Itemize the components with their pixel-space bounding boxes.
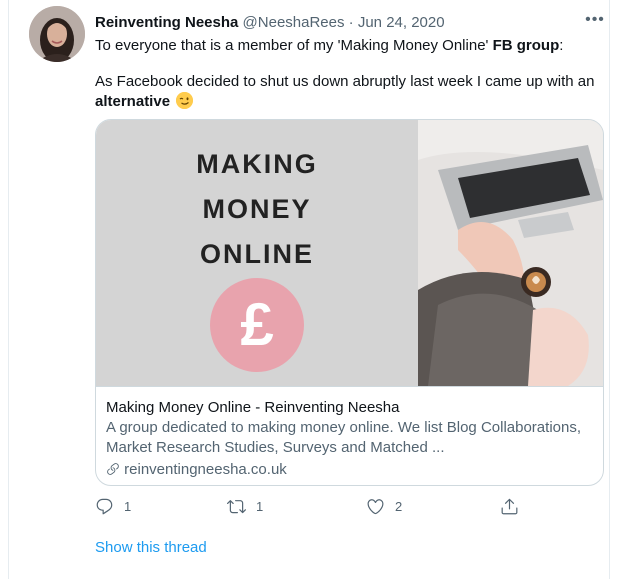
text-segment: To everyone that is a member of my 'Maki… — [95, 37, 493, 54]
reply-icon — [96, 498, 113, 514]
like-count: 2 — [395, 498, 403, 514]
card-image-photo — [418, 120, 603, 386]
text-segment: : — [559, 37, 564, 54]
tweet-actions: 1 1 2 — [95, 494, 518, 518]
laptop-coffee-photo — [418, 120, 603, 386]
card-title: Making Money Online - Reinventing Neesha — [106, 399, 400, 416]
retweet-icon — [227, 499, 246, 513]
text-bold-segment: FB group — [492, 37, 560, 54]
text-bold-segment: alternative — [95, 93, 171, 110]
card-image-graphic: MAKING MONEY ONLINE £ — [96, 120, 418, 386]
retweet-button[interactable]: 1 — [227, 494, 263, 518]
card-domain: reinventingneesha.co.uk — [106, 460, 287, 480]
show-this-thread-link[interactable]: Show this thread — [95, 538, 207, 558]
heart-icon — [367, 498, 384, 514]
retweet-count: 1 — [256, 498, 264, 514]
card-body[interactable]: Making Money Online - Reinventing Neesha… — [96, 386, 603, 485]
link-icon — [107, 463, 119, 475]
card-description: A group dedicated to making money online… — [106, 419, 581, 456]
tweet-text-line-1: To everyone that is a member of my 'Maki… — [95, 36, 600, 56]
user-handle[interactable]: @NeeshaRees — [243, 14, 345, 31]
more-options-icon[interactable]: ••• — [583, 10, 607, 30]
share-icon — [501, 498, 518, 514]
display-name[interactable]: Reinventing Neesha — [95, 14, 238, 31]
tweet-text: To everyone that is a member of my 'Maki… — [95, 36, 600, 112]
reply-count: 1 — [124, 498, 132, 514]
pound-symbol-badge: £ — [210, 278, 304, 372]
tweet[interactable]: Reinventing Neesha @NeeshaRees · Jun 24,… — [8, 0, 610, 579]
link-preview-card[interactable]: MAKING MONEY ONLINE £ Making Money Onlin… — [95, 119, 604, 486]
card-image: MAKING MONEY ONLINE £ — [96, 120, 603, 386]
header-separator: · — [348, 14, 354, 31]
text-segment: As Facebook decided to shut us down abru… — [95, 73, 595, 90]
tweet-date[interactable]: Jun 24, 2020 — [358, 14, 445, 31]
card-domain-text: reinventingneesha.co.uk — [124, 461, 287, 478]
avatar[interactable] — [29, 6, 85, 62]
card-image-title-line: MAKING — [196, 149, 318, 179]
reply-button[interactable]: 1 — [95, 494, 131, 518]
tweet-text-line-2: As Facebook decided to shut us down abru… — [95, 72, 600, 112]
card-image-title-line: MONEY — [202, 194, 312, 224]
card-image-title-line: ONLINE — [199, 239, 314, 269]
avatar-photo — [29, 6, 85, 62]
like-button[interactable]: 2 — [366, 494, 402, 518]
card-image-title: MAKING MONEY ONLINE — [96, 142, 418, 277]
winking-face-icon — [176, 92, 194, 109]
tweet-header: Reinventing Neesha @NeeshaRees · Jun 24,… — [95, 13, 445, 33]
share-button[interactable] — [500, 494, 529, 518]
